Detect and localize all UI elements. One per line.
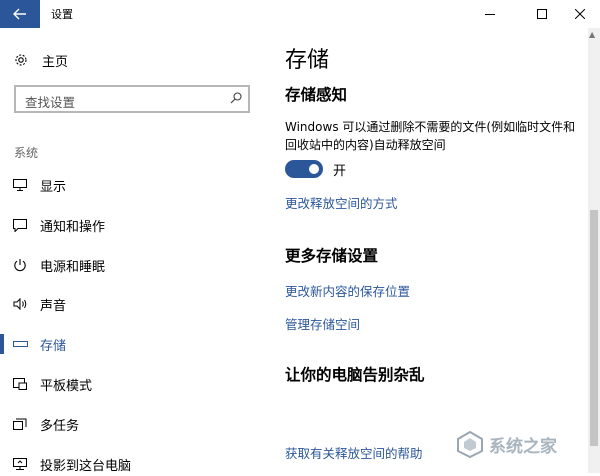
minimize-icon [485,14,495,15]
storage-sense-heading: 存储感知 [285,86,348,104]
close-button[interactable] [558,0,600,28]
minimize-button[interactable] [468,0,512,28]
drive-icon [12,336,28,352]
sidebar-item-label: 通知和操作 [40,219,106,235]
tablet-icon [12,376,28,392]
sidebar-item-power[interactable]: 电源和睡眠 [0,253,268,277]
search-icon[interactable] [230,92,242,104]
back-button[interactable] [0,0,40,28]
sidebar: 主页 查找设置 系统 显示 通知和操作 电源和睡眠 声音 存储 平板模式 多任务… [0,28,268,476]
sidebar-item-label: 存储 [40,338,67,354]
sidebar-item-sound[interactable]: 声音 [0,292,268,316]
main-content: 存储 存储感知 Windows 可以通过删除不需要的文件(例如临时文件和回收站中… [285,28,585,473]
sidebar-item-label: 平板模式 [40,378,93,394]
sidebar-item-storage[interactable]: 存储 [0,332,268,356]
toggle-state-label: 开 [333,163,347,179]
scrollbar[interactable]: ▲ [588,28,600,473]
storage-sense-toggle[interactable] [285,160,323,178]
sidebar-item-label: 多任务 [40,418,80,434]
manage-storage-spaces-link[interactable]: 管理存储空间 [285,314,360,333]
watermark-logo-icon [457,430,483,459]
search-input[interactable]: 查找设置 [14,85,250,113]
sidebar-item-label: 电源和睡眠 [40,259,106,275]
toggle-knob [309,164,319,174]
selected-indicator [0,334,4,354]
sidebar-item-project-to-pc[interactable]: 投影到这台电脑 [0,452,268,476]
multitask-icon [12,416,28,432]
sidebar-item-tablet-mode[interactable]: 平板模式 [0,372,268,396]
window-title: 设置 [51,8,73,21]
help-free-space-link[interactable]: 获取有关释放空间的帮助 [285,443,423,462]
scroll-up-icon[interactable]: ▲ [589,30,595,39]
declutter-heading: 让你的电脑告别杂乱 [285,366,425,384]
maximize-icon [537,9,547,19]
back-arrow-icon [13,8,26,20]
sidebar-item-label: 显示 [40,179,67,195]
storage-sense-description: Windows 可以通过删除不需要的文件(例如临时文件和回收站中的内容)自动释放… [285,120,576,152]
sidebar-home-label: 主页 [42,54,69,70]
projector-icon [12,456,28,472]
section-header-system: 系统 [14,146,39,160]
sidebar-item-label: 投影到这台电脑 [40,458,132,474]
scrollbar-thumb[interactable] [590,210,598,446]
page-title: 存储 [285,48,330,73]
sidebar-item-notifications[interactable]: 通知和操作 [0,213,268,237]
speaker-icon [12,296,28,312]
watermark: 系统之家 [455,420,600,468]
watermark-text: 系统之家 [489,436,557,457]
title-bar: 设置 [0,0,600,28]
sidebar-item-label: 声音 [40,298,67,314]
gear-icon [15,54,27,66]
monitor-icon [12,177,28,193]
sidebar-item-multitasking[interactable]: 多任务 [0,412,268,436]
sidebar-item-display[interactable]: 显示 [0,173,268,197]
message-icon [12,217,28,233]
search-placeholder: 查找设置 [25,95,76,110]
change-free-space-link[interactable]: 更改释放空间的方式 [285,193,398,212]
power-icon [12,257,28,273]
storage-sense-toggle-row: 开 [285,159,346,179]
more-storage-settings-heading: 更多存储设置 [285,247,379,265]
close-icon [575,9,585,19]
sidebar-home[interactable]: 主页 [14,50,68,70]
change-save-location-link[interactable]: 更改新内容的保存位置 [285,281,410,300]
